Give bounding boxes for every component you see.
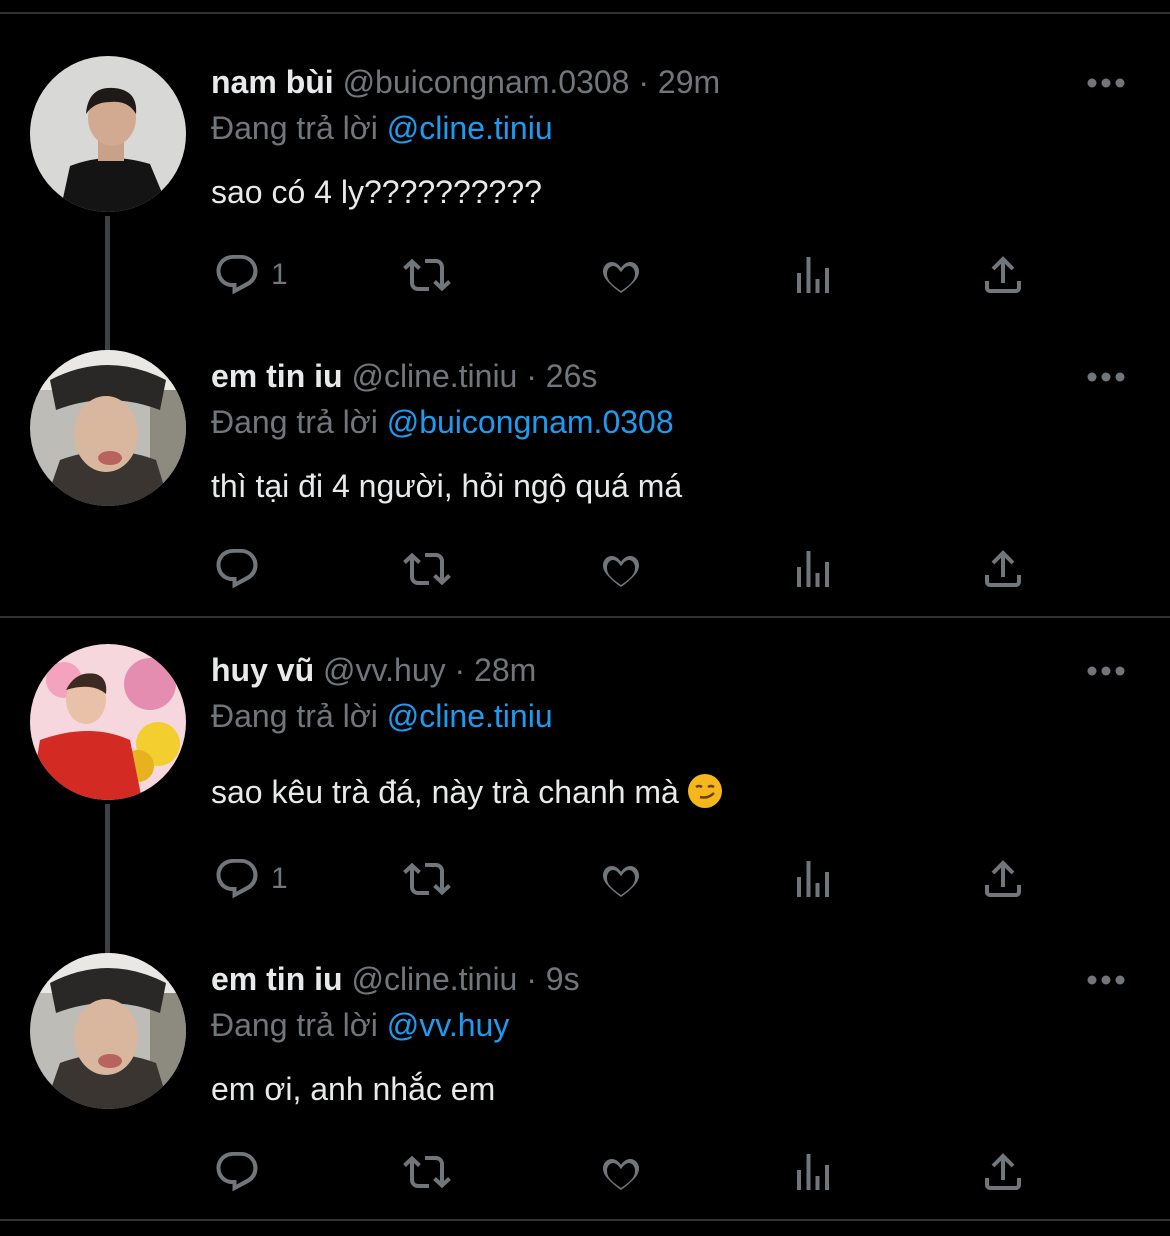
share-button[interactable] [979,854,1027,904]
reply-button[interactable]: 1 [213,854,288,904]
reply-icon [213,251,261,299]
replying-label: Đang trả lời [211,698,378,734]
views-icon [789,855,837,903]
like-button[interactable] [597,544,645,594]
like-button[interactable] [597,854,645,904]
retweet-icon [403,855,451,903]
views-button[interactable] [789,250,837,300]
separator: · [638,64,650,100]
separator: · [526,358,537,394]
tweet-text-line: sao kêu trà đá, này trà chanh mà [211,772,722,812]
avatar-nam[interactable] [30,56,186,212]
like-icon [597,251,645,299]
display-name[interactable]: huy vũ [211,652,314,688]
bottom-divider [0,1219,1170,1221]
reply-icon [213,545,261,593]
retweet-icon [403,1148,451,1196]
replying-label: Đang trả lời [211,1007,378,1043]
retweet-button[interactable] [403,544,451,594]
share-icon [979,1148,1027,1196]
display-name[interactable]: nam bùi [211,64,334,100]
handle[interactable]: @cline.tiniu [351,358,517,394]
more-icon[interactable] [1086,973,1126,987]
retweet-button[interactable] [403,250,451,300]
like-icon [597,855,645,903]
more-icon[interactable] [1086,370,1126,384]
action-bar: 1 [211,250,1071,300]
like-button[interactable] [597,250,645,300]
replying-to: Đang trả lời @buicongnam.0308 [211,402,674,442]
replying-to: Đang trả lời @cline.tiniu [211,696,553,736]
retweet-button[interactable] [403,1147,451,1197]
more-icon[interactable] [1086,76,1126,90]
action-bar [211,544,1071,594]
tweet-header: huy vũ @vv.huy · 28m [211,650,536,690]
handle[interactable]: @cline.tiniu [351,961,517,997]
handle[interactable]: @vv.huy [323,652,446,688]
reply-button[interactable] [213,544,271,594]
timestamp[interactable]: 9s [546,961,580,997]
tweet-text: em ơi, anh nhắc em [211,1071,496,1107]
replying-label: Đang trả lời [211,404,378,440]
tweet-header: em tin iu @cline.tiniu · 26s [211,356,597,396]
mention-link[interactable]: @vv.huy [387,1007,510,1043]
replying-to: Đang trả lời @cline.tiniu [211,108,553,148]
views-icon [789,1148,837,1196]
display-name[interactable]: em tin iu [211,961,343,997]
views-icon [789,251,837,299]
views-button[interactable] [789,544,837,594]
reply-icon [213,855,261,903]
more-icon[interactable] [1086,664,1126,678]
reply-button[interactable] [213,1147,271,1197]
handle[interactable]: @buicongnam.0308 [343,64,630,100]
conversation-divider [0,616,1170,618]
like-icon [597,1148,645,1196]
share-icon [979,251,1027,299]
views-button[interactable] [789,854,837,904]
reply-icon [213,1148,261,1196]
mention-link[interactable]: @cline.tiniu [387,110,553,146]
thread-line [105,804,110,954]
share-button[interactable] [979,1147,1027,1197]
retweet-button[interactable] [403,854,451,904]
avatar-huy[interactable] [30,644,186,800]
tweet-header: nam bùi @buicongnam.0308 · 29m [211,62,720,102]
timestamp[interactable]: 26s [546,358,598,394]
tweet-text: sao kêu trà đá, này trà chanh mà [211,774,679,810]
mention-link[interactable]: @buicongnam.0308 [387,404,674,440]
timestamp[interactable]: 29m [658,64,720,100]
timestamp[interactable]: 28m [474,652,536,688]
share-icon [979,855,1027,903]
replying-label: Đang trả lời [211,110,378,146]
reply-button[interactable]: 1 [213,250,288,300]
tweet-text: sao có 4 ly?????????? [211,174,542,210]
action-bar: 1 [211,854,1071,904]
action-bar [211,1147,1071,1197]
share-button[interactable] [979,250,1027,300]
tweet-header: em tin iu @cline.tiniu · 9s [211,959,580,999]
retweet-icon [403,545,451,593]
display-name[interactable]: em tin iu [211,358,343,394]
share-icon [979,545,1027,593]
smirking-face-emoji [687,774,722,808]
retweet-icon [403,251,451,299]
like-button[interactable] [597,1147,645,1197]
views-icon [789,545,837,593]
avatar-em[interactable] [30,350,186,506]
tweet-text: thì tại đi 4 người, hỏi ngộ quá má [211,468,683,504]
replying-to: Đang trả lời @vv.huy [211,1005,509,1045]
like-icon [597,545,645,593]
top-divider [0,12,1170,14]
mention-link[interactable]: @cline.tiniu [387,698,553,734]
separator: · [454,652,466,688]
reply-count: 1 [271,258,288,291]
separator: · [526,961,537,997]
share-button[interactable] [979,544,1027,594]
views-button[interactable] [789,1147,837,1197]
reply-count: 1 [271,862,288,895]
avatar-em[interactable] [30,953,186,1109]
